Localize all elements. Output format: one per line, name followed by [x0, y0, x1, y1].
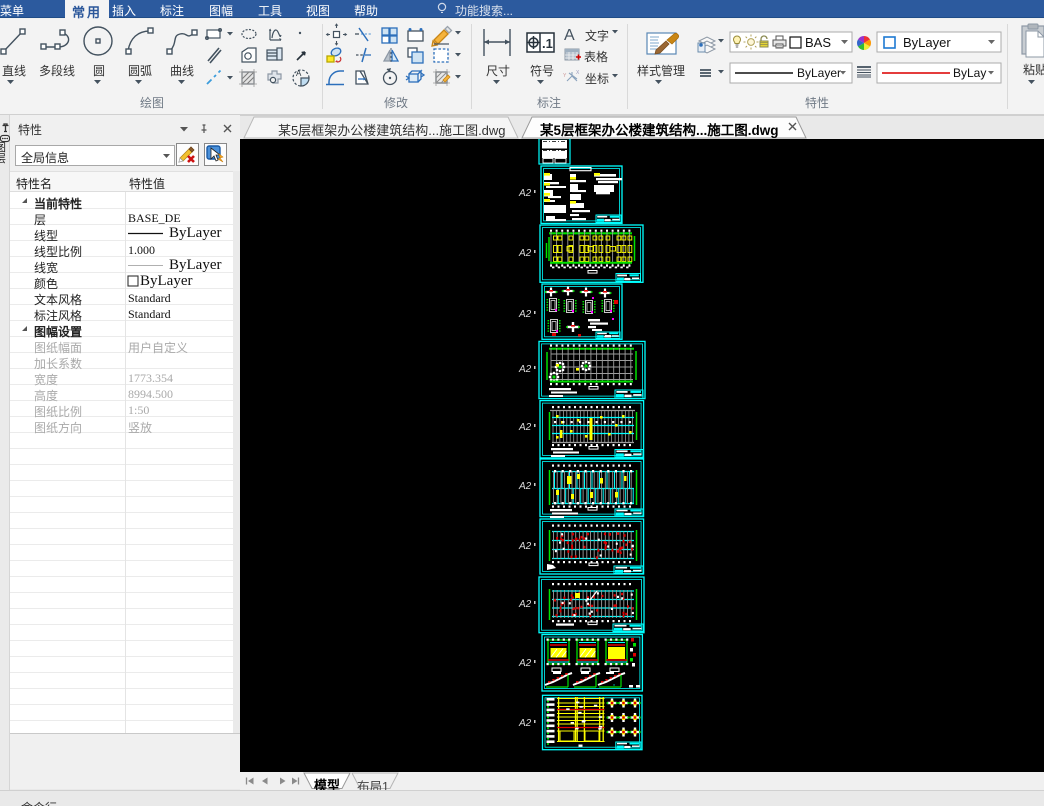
- svg-text:A2: A2: [518, 718, 532, 729]
- svg-text:A2: A2: [518, 481, 532, 492]
- svg-text:A2: A2: [518, 309, 532, 320]
- svg-text:A2: A2: [518, 422, 532, 433]
- svg-text:A: A: [564, 27, 575, 44]
- svg-text:A2: A2: [518, 248, 532, 259]
- svg-text:ByLayer: ByLayer: [903, 35, 951, 50]
- svg-text:A2: A2: [518, 364, 532, 375]
- svg-text:ByLayer: ByLayer: [797, 66, 841, 80]
- svg-text:A2: A2: [518, 599, 532, 610]
- svg-text:A: A: [296, 69, 302, 78]
- svg-text:Y: Y: [563, 73, 567, 79]
- svg-text:.1: .1: [542, 36, 553, 51]
- svg-text:A2: A2: [518, 541, 532, 552]
- svg-text:BAS: BAS: [805, 35, 831, 50]
- svg-text:X: X: [576, 70, 580, 76]
- svg-text:ByLay: ByLay: [953, 66, 986, 80]
- svg-text:A2: A2: [518, 658, 532, 669]
- svg-text:A2: A2: [518, 188, 532, 199]
